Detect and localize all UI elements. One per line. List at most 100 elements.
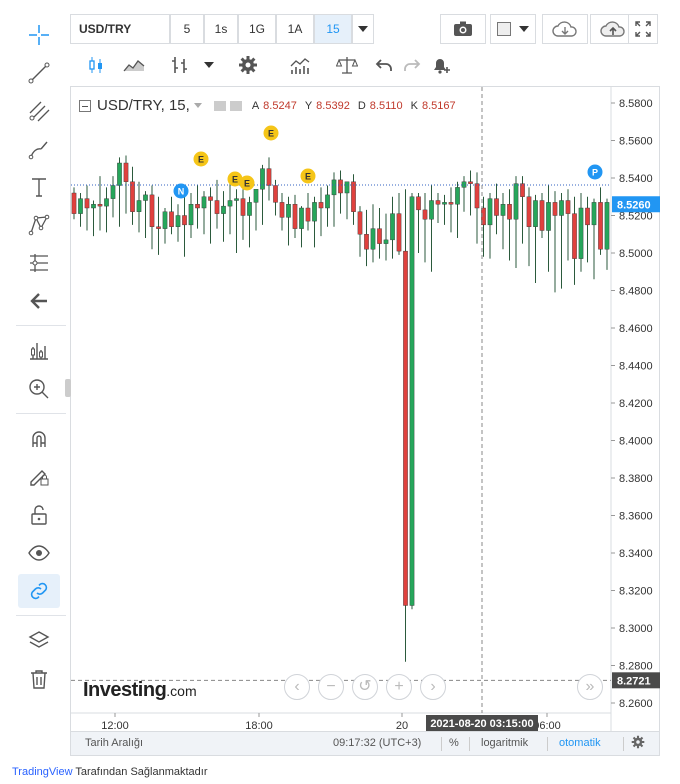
- fullscreen-button[interactable]: [628, 14, 658, 44]
- zoom-out-icon[interactable]: −: [318, 674, 344, 700]
- candle-body: [598, 202, 603, 250]
- candle: [312, 196, 317, 248]
- scale-settings-button[interactable]: [631, 735, 645, 752]
- sidebar-collapse-handle[interactable]: [65, 379, 71, 397]
- alert-button[interactable]: [424, 50, 458, 80]
- candle: [305, 193, 311, 231]
- candle: [247, 196, 252, 248]
- candle-body: [201, 196, 207, 209]
- prediction-tool-icon[interactable]: [18, 246, 60, 280]
- indicators-button[interactable]: [280, 50, 320, 80]
- compare-button[interactable]: [328, 50, 366, 80]
- candle: [266, 157, 272, 201]
- load-chart-button[interactable]: [542, 14, 588, 44]
- trash-icon[interactable]: [18, 662, 60, 696]
- candle: [214, 179, 220, 229]
- eye-icon[interactable]: [18, 536, 60, 570]
- svg-text:E: E: [198, 155, 204, 165]
- date-range-button[interactable]: Tarih Aralığı: [85, 737, 143, 749]
- price-tick-label: 8.3800: [619, 473, 653, 485]
- scroll-to-realtime-icon[interactable]: »: [577, 674, 603, 700]
- svg-text:E: E: [268, 129, 274, 139]
- interval-5-button[interactable]: 5: [170, 14, 204, 44]
- interval-1g-button[interactable]: 1G: [238, 14, 276, 44]
- candle: [331, 172, 337, 227]
- auto-scale-button[interactable]: otomatik: [559, 737, 601, 749]
- top-toolbar: USD/TRY 5 1s 1G 1A 15: [70, 14, 666, 46]
- interval-1s-button[interactable]: 1s: [204, 14, 238, 44]
- candle-body: [559, 200, 564, 216]
- fullscreen-icon: [635, 21, 651, 37]
- magnet-icon[interactable]: [18, 422, 60, 456]
- fib-tool-icon[interactable]: [18, 94, 60, 128]
- pattern-tool-icon[interactable]: [18, 208, 60, 242]
- measure-tool-icon[interactable]: [18, 334, 60, 368]
- candle-body: [513, 183, 519, 220]
- redo-button[interactable]: [398, 50, 426, 80]
- chart-style-button[interactable]: [490, 14, 536, 44]
- settings-button[interactable]: [230, 50, 266, 80]
- chart-type-dropdown-button[interactable]: [198, 50, 220, 80]
- candle: [195, 185, 200, 229]
- news-event-icon[interactable]: N: [173, 183, 189, 199]
- earnings-event-icon[interactable]: E: [193, 151, 209, 167]
- trend-line-tool-icon[interactable]: [18, 56, 60, 90]
- bars-chart-type-button[interactable]: [160, 50, 200, 80]
- price-tick-label: 8.5400: [619, 173, 653, 185]
- lock-drawing-pencil-icon[interactable]: [18, 460, 60, 494]
- eye-toggle-icon[interactable]: [213, 100, 226, 111]
- settings-small-icon[interactable]: [229, 100, 242, 111]
- symbol-search-input[interactable]: USD/TRY: [70, 14, 170, 44]
- scroll-left-icon[interactable]: ‹: [284, 674, 310, 700]
- candle-body: [117, 162, 122, 186]
- svg-text:E: E: [244, 179, 250, 189]
- candle: [299, 206, 304, 248]
- svg-text:E: E: [305, 172, 311, 182]
- zoom-in-icon[interactable]: [18, 372, 60, 406]
- log-scale-button[interactable]: logaritmik: [481, 737, 528, 749]
- collapse-legend-icon[interactable]: [79, 99, 91, 112]
- area-chart-type-button[interactable]: [114, 50, 154, 80]
- earnings-event-icon[interactable]: E: [263, 125, 279, 141]
- candle-body: [416, 196, 421, 211]
- link-icon[interactable]: [18, 574, 60, 608]
- candle-body: [507, 204, 512, 220]
- legend-high-value: 8.5392: [316, 99, 350, 112]
- candle: [279, 193, 285, 231]
- crosshair-tool-icon[interactable]: [18, 18, 60, 52]
- layers-icon[interactable]: [18, 624, 60, 658]
- percent-scale-button[interactable]: %: [449, 737, 459, 749]
- screenshot-button[interactable]: [440, 14, 486, 44]
- earnings-event-icon[interactable]: E: [300, 168, 316, 184]
- text-tool-icon[interactable]: [18, 170, 60, 204]
- legend-open-label: A: [251, 99, 260, 112]
- interval-1a-button[interactable]: 1A: [276, 14, 314, 44]
- chevron-down-icon[interactable]: [193, 103, 202, 108]
- candles-chart-type-button[interactable]: [78, 50, 114, 80]
- unlock-icon[interactable]: [18, 498, 60, 532]
- candle: [429, 185, 434, 272]
- interval-dropdown-button[interactable]: [352, 14, 374, 44]
- interval-15-button[interactable]: 15: [314, 14, 352, 44]
- candle-body: [253, 189, 259, 203]
- price-tick-label: 8.4400: [619, 361, 653, 373]
- price-chart[interactable]: 8.5800 8.5600 8.5400 8.5200 8.5000 8.4800 8.46…: [71, 87, 661, 733]
- candle: [533, 194, 538, 283]
- scroll-right-icon[interactable]: ›: [420, 674, 446, 700]
- reset-chart-icon[interactable]: ↺: [352, 674, 378, 700]
- brush-tool-icon[interactable]: [18, 132, 60, 166]
- candle: [149, 185, 155, 250]
- candle: [91, 200, 96, 237]
- candle: [208, 187, 213, 244]
- candle-body: [214, 200, 220, 214]
- candle-body: [188, 204, 194, 226]
- position-event-icon[interactable]: P: [587, 164, 603, 180]
- chart-pane[interactable]: 8.5800 8.5600 8.5400 8.5200 8.5000 8.4800 8.46…: [65, 86, 661, 733]
- gear-icon: [631, 735, 645, 749]
- tradingview-link[interactable]: TradingView: [12, 766, 73, 778]
- back-arrow-icon[interactable]: [18, 284, 60, 318]
- earnings-event-icon[interactable]: E: [239, 175, 255, 191]
- zoom-in-nav-icon[interactable]: +: [386, 674, 412, 700]
- undo-button[interactable]: [370, 50, 398, 80]
- candle-body: [539, 200, 545, 231]
